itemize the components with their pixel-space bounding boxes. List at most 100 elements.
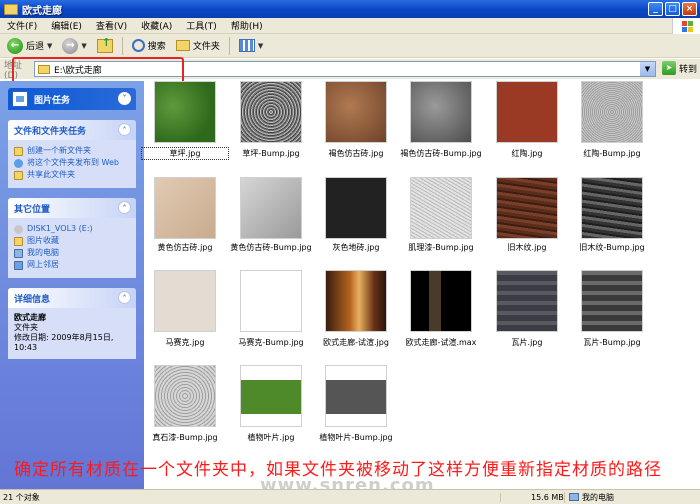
terracotta-bump-texture [582, 82, 642, 142]
file-thumbnail[interactable] [496, 81, 558, 143]
menu-view[interactable]: 查看(V) [89, 19, 134, 32]
chevron-up-icon[interactable]: ˄ [118, 291, 131, 304]
folders-label: 文件夹 [192, 42, 220, 52]
file-thumbnail[interactable] [581, 177, 643, 239]
file-label[interactable]: 旧木纹-Bump.jpg [569, 242, 655, 253]
menu-tools[interactable]: 工具(T) [179, 19, 224, 32]
publish-web-link[interactable]: 将这个文件夹发布到 Web [14, 158, 130, 168]
file-label[interactable]: 红陶-Bump.jpg [569, 148, 655, 159]
close-button[interactable]: × [682, 2, 697, 16]
details-name: 欧式走廊 [14, 313, 46, 322]
menu-edit[interactable]: 编辑(E) [44, 19, 89, 32]
minimize-button[interactable]: _ [648, 2, 663, 16]
file-thumbnail[interactable] [325, 270, 387, 332]
file-label[interactable]: 红陶.jpg [484, 148, 570, 159]
plant-leaf-bump-texture [326, 366, 386, 426]
file-thumbnail[interactable] [496, 270, 558, 332]
chevron-down-icon: ▼ [257, 41, 264, 50]
file-label[interactable]: 肌理漆-Bump.jpg [398, 242, 484, 253]
file-label[interactable]: 黄色仿古砖-Bump.jpg [228, 242, 314, 253]
file-thumbnail[interactable] [325, 81, 387, 143]
file-thumbnail[interactable] [240, 365, 302, 427]
file-label[interactable]: 欧式走廊-试渲.jpg [313, 337, 399, 348]
forward-button[interactable]: → ▼ [59, 36, 89, 56]
share-folder-label: 共享此文件夹 [27, 170, 75, 179]
search-label: 搜索 [147, 42, 166, 52]
search-icon [131, 39, 145, 52]
chevron-up-icon[interactable]: ˄ [118, 123, 131, 136]
file-label[interactable]: 草坪-Bump.jpg [228, 148, 314, 159]
share-folder-link[interactable]: 共享此文件夹 [14, 170, 130, 180]
place-pictures-label: 图片收藏 [27, 236, 59, 245]
create-folder-label: 创建一个新文件夹 [27, 146, 91, 155]
search-button[interactable]: 搜索 [129, 36, 169, 56]
details-panel: 详细信息 ˄ 欧式走廊 文件夹 修改日期: 2009年8月15日, 10:43 [8, 288, 136, 359]
file-thumbnail[interactable] [154, 81, 216, 143]
file-label[interactable]: 真石漆-Bump.jpg [142, 432, 228, 443]
chevron-up-icon[interactable]: ˄ [118, 201, 131, 214]
yellow-tile-bump-texture [241, 178, 301, 238]
menu-file[interactable]: 文件(F) [0, 19, 44, 32]
chevron-down-icon[interactable]: ˅ [118, 92, 131, 105]
file-thumbnail[interactable] [325, 177, 387, 239]
file-thumbnail[interactable] [410, 270, 472, 332]
file-label[interactable]: 马赛克-Bump.jpg [228, 337, 314, 348]
file-thumbnail[interactable] [240, 177, 302, 239]
file-thumbnail[interactable] [240, 270, 302, 332]
maximize-button[interactable]: □ [665, 2, 680, 16]
gray-floor-tile-texture [326, 178, 386, 238]
file-label[interactable]: 灰色地砖.jpg [313, 242, 399, 253]
file-thumbnail[interactable] [154, 270, 216, 332]
go-label: 转到 [679, 64, 698, 75]
views-button[interactable]: ▼ [236, 36, 266, 56]
file-label[interactable]: 黄色仿古砖.jpg [142, 242, 228, 253]
mosaic-bump-texture [241, 271, 301, 331]
file-label[interactable]: 欧式走廊-试渲.max [398, 337, 484, 348]
file-thumbnail[interactable] [154, 365, 216, 427]
chevron-down-icon: ▼ [81, 41, 87, 50]
create-folder-link[interactable]: 创建一个新文件夹 [14, 146, 130, 156]
place-network-link[interactable]: 网上邻居 [14, 260, 130, 270]
go-button[interactable]: ➤ 转到 [662, 61, 697, 75]
place-disk-link[interactable]: DISK1_VOL3 (E:) [14, 224, 130, 234]
address-dropdown-button[interactable]: ▼ [640, 62, 655, 76]
status-location-label: 我的电脑 [582, 492, 614, 502]
place-pictures-link[interactable]: 图片收藏 [14, 236, 130, 246]
back-label: 后退 [26, 42, 45, 52]
file-label[interactable]: 褐色仿古砖.jpg [313, 148, 399, 159]
picture-tasks-header[interactable]: 图片任务 ˅ [8, 88, 136, 110]
views-icon [238, 39, 255, 52]
place-computer-label: 我的电脑 [27, 248, 59, 257]
details-header[interactable]: 详细信息 ˄ [8, 288, 136, 308]
file-label[interactable]: 旧木纹.jpg [484, 242, 570, 253]
file-label[interactable]: 草坪.jpg [141, 147, 229, 160]
file-tasks-header[interactable]: 文件和文件夹任务 ˄ [8, 120, 136, 140]
up-button[interactable]: ↑ [94, 36, 116, 56]
details-modified: 修改日期: 2009年8月15日, 10:43 [14, 333, 114, 352]
file-thumbnail[interactable] [581, 270, 643, 332]
menu-favorites[interactable]: 收藏(A) [134, 19, 179, 32]
other-places-header[interactable]: 其它位置 ˄ [8, 198, 136, 218]
file-thumbnail[interactable] [154, 177, 216, 239]
file-label[interactable]: 褐色仿古砖-Bump.jpg [398, 148, 484, 159]
file-thumbnail[interactable] [410, 177, 472, 239]
file-label[interactable]: 植物叶片-Bump.jpg [313, 432, 399, 443]
file-thumbnail[interactable] [410, 81, 472, 143]
stone-paint-bump-texture [155, 366, 215, 426]
file-label[interactable]: 马赛克.jpg [142, 337, 228, 348]
file-thumbnail[interactable] [581, 81, 643, 143]
file-thumbnail[interactable] [496, 177, 558, 239]
file-label[interactable]: 植物叶片.jpg [228, 432, 314, 443]
window-title: 欧式走廊 [22, 5, 62, 17]
file-label[interactable]: 瓦片-Bump.jpg [569, 337, 655, 348]
file-thumbnail[interactable] [325, 365, 387, 427]
folders-button[interactable]: 文件夹 [173, 36, 223, 56]
file-label[interactable]: 瓦片.jpg [484, 337, 570, 348]
menu-help[interactable]: 帮助(H) [224, 19, 270, 32]
texture-paint-bump-texture [411, 178, 471, 238]
place-computer-link[interactable]: 我的电脑 [14, 248, 130, 258]
back-button[interactable]: ← 后退 ▼ [4, 36, 55, 56]
details-type: 文件夹 [14, 323, 38, 332]
other-places-panel: 其它位置 ˄ DISK1_VOL3 (E:) 图片收藏 我的电脑 网上邻居 [8, 198, 136, 278]
file-thumbnail[interactable] [240, 81, 302, 143]
